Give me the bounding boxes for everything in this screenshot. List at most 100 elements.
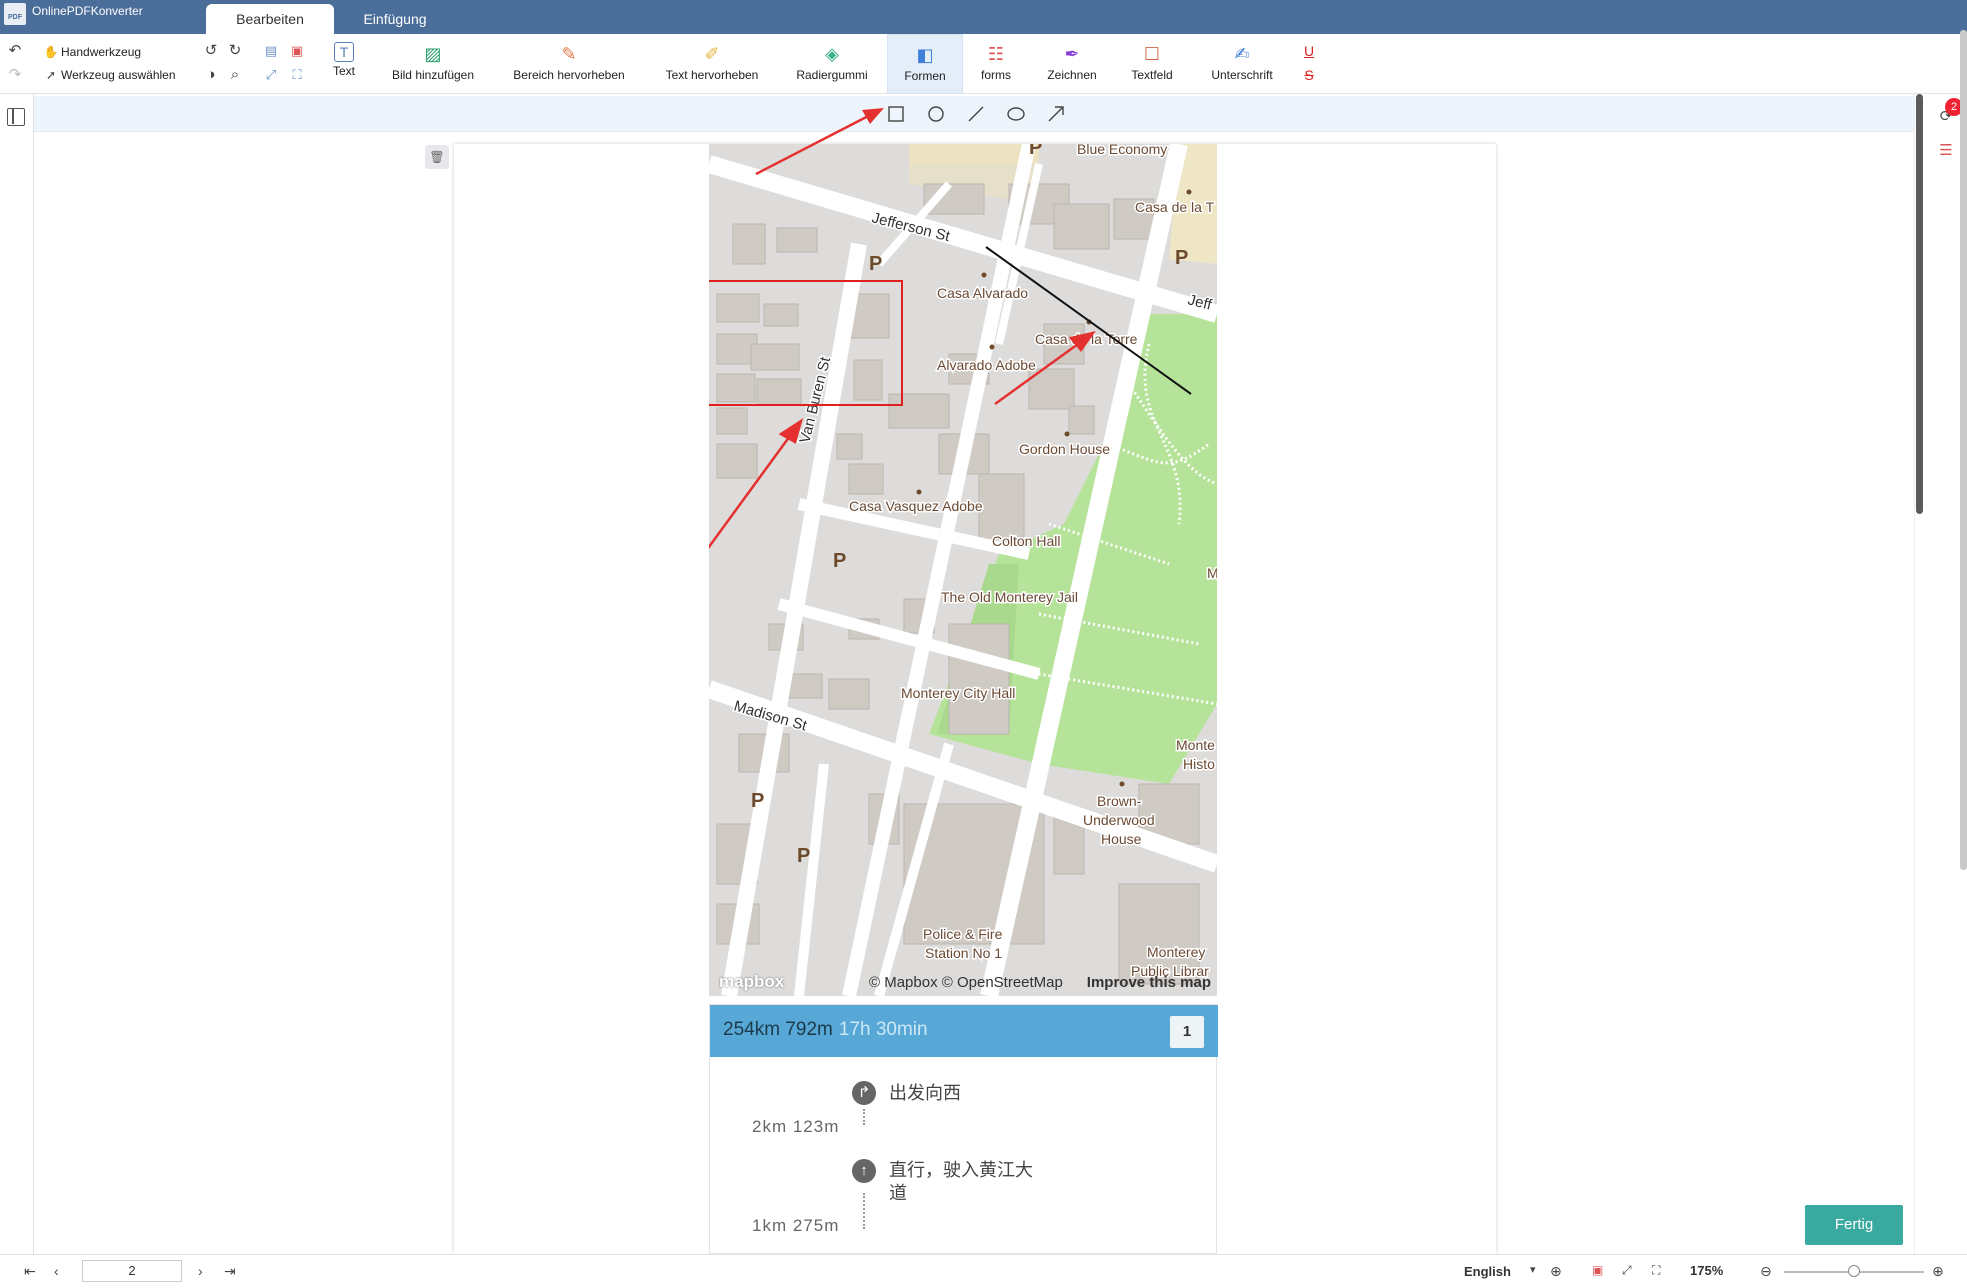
form-fields-icon[interactable]: ☰ — [1937, 142, 1955, 160]
route-distance: 254km 792m — [723, 1019, 833, 1040]
forms-label: forms — [981, 68, 1011, 82]
cursor-icon: ➚ — [45, 68, 57, 82]
highlight-area-icon: ✎ — [561, 44, 577, 64]
map-label: Casa de la T — [1135, 199, 1215, 215]
highlight-area-label: Bereich hervorheben — [513, 68, 625, 82]
map-label: Colton Hall — [992, 533, 1060, 549]
arrow-shape-icon[interactable] — [1046, 104, 1066, 124]
route-step-badge[interactable]: 1 — [1170, 1016, 1204, 1048]
undo-icon[interactable]: ↶ — [6, 42, 24, 60]
app-window: PDF OnlinePDFKonverter Bearbeiten Einfüg… — [0, 0, 1967, 1288]
document-scrollbar[interactable] — [1916, 94, 1923, 514]
parking-marker: P — [797, 845, 810, 867]
parking-marker: P — [1029, 144, 1042, 159]
text-tool-icon: T — [334, 42, 354, 62]
improve-map-link[interactable]: Improve this map — [1087, 974, 1211, 991]
parking-marker: P — [1175, 247, 1188, 269]
main-toolbar: ↶ ↷ ✋ Handwerkzeug ➚ Werkzeug auswählen … — [0, 34, 1967, 94]
highlight-text-label: Text hervorheben — [665, 68, 759, 82]
map-label: Monte — [1176, 737, 1215, 753]
panel-toggle-icon[interactable] — [7, 108, 25, 126]
contrast-icon[interactable]: ◑ — [202, 66, 220, 84]
actual-size-icon[interactable]: ▣ — [288, 42, 306, 60]
redo-icon[interactable]: ↷ — [6, 66, 24, 84]
map-label: Gordon House — [1019, 441, 1110, 457]
hand-tool-button[interactable]: Handwerkzeug — [61, 45, 141, 59]
map-label: Underwood — [1083, 812, 1155, 828]
map-label: House — [1101, 831, 1142, 847]
fit-width-icon[interactable]: ▤ — [262, 42, 280, 60]
textbox-icon: ☐ — [1143, 44, 1161, 64]
fit-page-icon[interactable]: ⤢ — [1622, 1263, 1632, 1278]
attribution-text: © Mapbox © OpenStreetMap — [869, 974, 1063, 991]
step-connector — [863, 1193, 866, 1229]
annotation-arrow-top[interactable] — [700, 100, 900, 180]
next-page-icon[interactable]: › — [198, 1263, 203, 1279]
app-title: OnlinePDFKonverter — [32, 4, 143, 18]
route-summary: 254km 792m 17h 30min — [723, 1019, 928, 1041]
select-tool-button[interactable]: Werkzeug auswählen — [61, 68, 176, 82]
highlight-text-icon: ✐ — [704, 44, 720, 64]
step-distance: 2km 123m — [752, 1117, 840, 1136]
map-label: Brown- — [1097, 793, 1142, 809]
route-header: 254km 792m 17h 30min 1 — [710, 1005, 1218, 1057]
prev-page-icon[interactable]: ‹ — [54, 1263, 59, 1279]
turn-right-icon: ↱ — [852, 1081, 876, 1105]
map-label: M — [1207, 565, 1217, 581]
zoom-select[interactable]: 175% — [1690, 1263, 1723, 1278]
image-icon: ▨ — [424, 44, 442, 64]
draw-button[interactable]: ✒ Zeichnen — [1040, 34, 1104, 94]
forms-button[interactable]: ☷ forms — [972, 34, 1020, 94]
window-scrollbar[interactable] — [1960, 30, 1967, 870]
textbox-button[interactable]: ☐ Textfeld — [1124, 34, 1180, 94]
signature-button[interactable]: ✍ Unterschrift — [1202, 34, 1282, 94]
add-image-button[interactable]: ▨ Bild hinzufügen — [380, 34, 486, 94]
language-select[interactable]: English — [1464, 1264, 1511, 1279]
eraser-icon: ◈ — [825, 44, 839, 64]
underline-icon[interactable]: U — [1300, 42, 1318, 60]
rotate-right-icon[interactable]: ↻ — [226, 42, 244, 60]
map-label: Monterey City Hall — [901, 685, 1015, 701]
line-shape-icon[interactable] — [966, 104, 986, 124]
map-image: P P P P P P Blue Economy Casa de la T Ca… — [709, 144, 1217, 996]
fit-width-icon[interactable]: ⛶ — [1652, 1263, 1660, 1278]
map-label: Station No 1 — [925, 945, 1002, 961]
globe-icon[interactable]: ⊕ — [1550, 1263, 1562, 1280]
step-connector — [863, 1109, 866, 1125]
mapbox-logo: mapbox — [719, 972, 785, 991]
zoom-icon[interactable]: ⌕ — [226, 66, 244, 84]
delete-page-icon[interactable]: 🗑 — [425, 145, 449, 169]
step-instruction-cont: 道 — [889, 1183, 907, 1203]
page-number-input[interactable]: 2 — [82, 1260, 182, 1282]
highlight-area-button[interactable]: ✎ Bereich hervorheben — [500, 34, 638, 94]
eraser-button[interactable]: ◈ Radiergummi — [786, 34, 878, 94]
shapes-button[interactable]: ◧ Formen — [887, 34, 963, 94]
app-logo-icon: PDF — [4, 3, 26, 25]
fit-page-icon[interactable]: ⤢ — [262, 66, 280, 84]
zoom-out-icon[interactable]: ⊖ — [1760, 1263, 1772, 1280]
text-tool-button[interactable]: T Text — [324, 34, 364, 94]
signature-label: Unterschrift — [1211, 68, 1273, 82]
status-bar: ⇤ ‹ 2 › ⇥ English ▾ ⊕ ▣ ⤢ ⛶ 175% ⊖ ⊕ — [0, 1254, 1967, 1288]
fullscreen-icon[interactable]: ⛶ — [288, 66, 306, 84]
last-page-icon[interactable]: ⇥ — [224, 1263, 236, 1280]
chevron-down-icon[interactable]: ▾ — [1530, 1263, 1536, 1276]
first-page-icon[interactable]: ⇤ — [24, 1263, 36, 1280]
map-label: The Old Monterey Jail — [941, 589, 1078, 605]
step-distance: 1km 275m — [752, 1216, 840, 1235]
circle-shape-icon[interactable] — [926, 104, 946, 124]
zoom-slider-thumb[interactable] — [1848, 1265, 1860, 1277]
rotate-left-icon[interactable]: ↺ — [202, 42, 220, 60]
tab-einfuegung[interactable]: Einfügung — [340, 4, 450, 34]
parking-marker: P — [751, 790, 764, 812]
actual-size-icon[interactable]: ▣ — [1592, 1263, 1603, 1277]
strikethrough-icon[interactable]: S — [1300, 66, 1318, 84]
zoom-in-icon[interactable]: ⊕ — [1932, 1263, 1944, 1280]
ellipse-shape-icon[interactable] — [1006, 104, 1026, 124]
step-instruction: 直行，驶入黄江大 — [889, 1160, 1033, 1180]
map-label: Monterey — [1147, 944, 1205, 960]
done-button[interactable]: Fertig — [1805, 1205, 1903, 1245]
tab-bearbeiten[interactable]: Bearbeiten — [206, 4, 334, 34]
textbox-label: Textfeld — [1131, 68, 1173, 82]
highlight-text-button[interactable]: ✐ Text hervorheben — [654, 34, 770, 94]
